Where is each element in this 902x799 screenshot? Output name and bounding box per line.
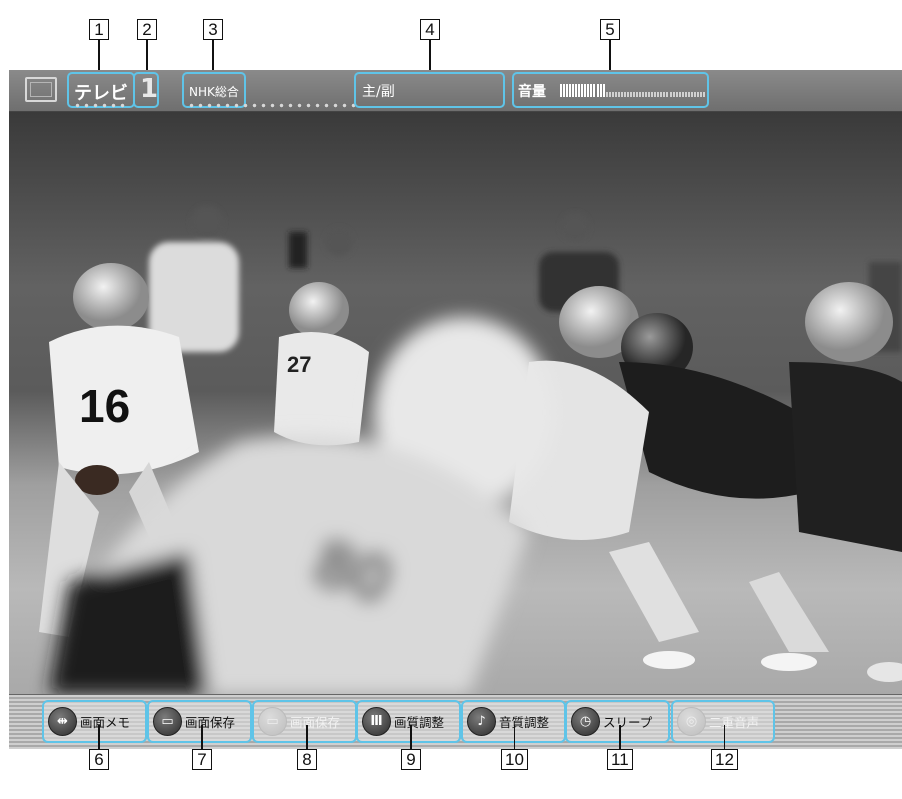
- volume-meter[interactable]: [560, 83, 706, 99]
- station-name: NHK総合: [189, 85, 239, 99]
- volume-tick-off: [614, 92, 617, 97]
- channel-dots: [187, 103, 357, 108]
- volume-tick-off: [629, 92, 632, 97]
- audio-mode: 主/副: [362, 84, 395, 100]
- volume-tick-on: [593, 84, 596, 97]
- volume-tick-off: [666, 92, 669, 97]
- video-picture: 16 27 80: [9, 112, 902, 694]
- volume-tick-on: [596, 84, 599, 97]
- player-27: 27: [274, 282, 369, 446]
- volume-tick-off: [672, 92, 675, 97]
- volume-tick-on: [599, 84, 602, 97]
- volume-tick-off: [620, 92, 623, 97]
- volume-tick-off: [608, 92, 611, 97]
- volume-tick-on: [578, 84, 581, 97]
- volume-tick-off: [696, 92, 699, 97]
- sound-quality-icon: ♪: [467, 707, 496, 736]
- tv-screen: テレビ 1 NHK総合 主/副 音量 16 27 80 ⇹ 画面メモ ▭ 画面保…: [9, 70, 902, 749]
- picture-quality-icon: Ⅲ: [362, 707, 391, 736]
- volume-tick-on: [563, 84, 566, 97]
- channel-number: 1: [140, 74, 159, 104]
- volume-tick-off: [642, 92, 645, 97]
- dual-audio-icon: ◎: [677, 707, 706, 736]
- volume-tick-off: [675, 92, 678, 97]
- volume-tick-on: [602, 84, 605, 97]
- volume-tick-off: [623, 92, 626, 97]
- volume-tick-off: [684, 92, 687, 97]
- memo-icon: ⇹: [48, 707, 77, 736]
- volume-tick-off: [633, 92, 635, 97]
- linemen: [509, 282, 902, 682]
- sleep-timer-icon: ◷: [571, 707, 600, 736]
- volume-tick-on: [572, 84, 575, 97]
- volume-tick-off: [605, 92, 608, 97]
- volume-tick-off: [702, 92, 705, 97]
- volume-tick-on: [581, 84, 584, 97]
- callout-12: 12: [711, 725, 738, 770]
- tv-icon: [25, 77, 57, 102]
- save-screen-disabled-icon: ▭: [258, 707, 287, 736]
- volume-tick-on: [590, 84, 593, 97]
- callout-7: 7: [192, 725, 212, 770]
- volume-tick-off: [687, 92, 690, 97]
- volume-tick-off: [651, 92, 654, 97]
- mode-dots: [73, 103, 129, 108]
- volume-tick-off: [657, 92, 660, 97]
- volume-tick-off: [626, 92, 629, 97]
- menu-bar: ⇹ 画面メモ ▭ 画面保存 ▭ 画面保存 Ⅲ 画質調整 ♪ 音質調整 ◷ スリープ ◎ 二重音声: [9, 694, 902, 749]
- volume-tick-on: [575, 84, 578, 97]
- volume-tick-on: [566, 84, 569, 97]
- volume-tick-on: [560, 84, 562, 97]
- volume-tick-off: [690, 92, 693, 97]
- callout-9: 9: [401, 725, 421, 770]
- volume-tick-on: [569, 84, 572, 97]
- volume-tick-off: [699, 92, 702, 97]
- svg-text:27: 27: [287, 352, 311, 377]
- volume-tick-on: [584, 84, 587, 97]
- volume-label: 音量: [518, 84, 546, 100]
- callout-11: 11: [607, 725, 633, 770]
- volume-tick-off: [681, 92, 684, 97]
- save-screen-icon: ▭: [153, 707, 182, 736]
- volume-tick-off: [639, 92, 642, 97]
- volume-tick-off: [669, 92, 672, 97]
- volume-tick-off: [636, 92, 639, 97]
- volume-tick-off: [617, 92, 620, 97]
- volume-tick-off: [654, 92, 657, 97]
- volume-tick-off: [678, 92, 681, 97]
- volume-tick-on: [587, 84, 590, 97]
- callout-10: 10: [501, 725, 528, 770]
- callout-6: 6: [89, 725, 109, 770]
- callout-8: 8: [297, 725, 317, 770]
- volume-tick-off: [693, 92, 696, 97]
- volume-tick-off: [648, 92, 651, 97]
- mode-label: テレビ: [74, 83, 128, 104]
- status-bar: テレビ 1 NHK総合 主/副 音量: [9, 70, 902, 112]
- background-people: [149, 206, 902, 352]
- volume-tick-off: [660, 92, 663, 97]
- football-scene: 16 27 80: [39, 206, 902, 694]
- svg-text:16: 16: [79, 380, 130, 432]
- volume-tick-off: [611, 92, 614, 97]
- volume-tick-off: [645, 92, 648, 97]
- volume-tick-off: [663, 92, 666, 97]
